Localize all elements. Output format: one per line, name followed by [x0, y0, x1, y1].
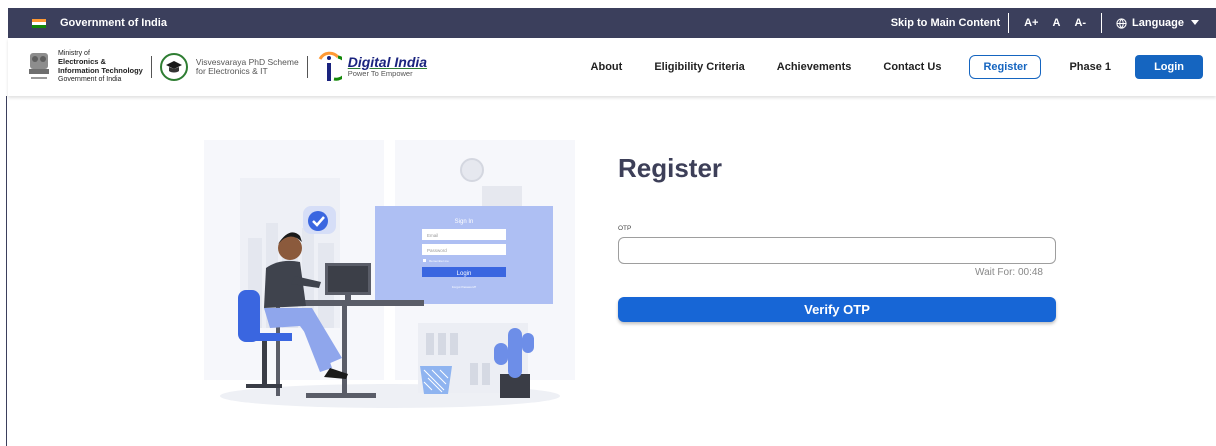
font-normal-button[interactable]: A	[1052, 17, 1060, 29]
nav-phase-1[interactable]: Phase 1	[1069, 61, 1111, 73]
language-label: Language	[1132, 17, 1184, 29]
nav-eligibility-criteria[interactable]: Eligibility Criteria	[654, 61, 744, 73]
digital-india-logo: Digital India Power To Empower	[316, 49, 427, 85]
otp-countdown: Wait For: 00:48	[975, 267, 1043, 278]
login-illustration: Sign In Email Password Remember me Login…	[204, 140, 575, 408]
page-title: Register	[618, 153, 723, 183]
nav-about[interactable]: About	[591, 61, 623, 73]
divider	[150, 56, 152, 78]
meity-logo-text: Ministry of Electronics & Information Te…	[58, 50, 143, 83]
illustration-login-button: Login	[457, 271, 472, 277]
visvesvaraya-logo: Visvesvaraya PhD Scheme for Electronics …	[159, 53, 299, 81]
verify-otp-button[interactable]: Verify OTP	[618, 297, 1056, 322]
divider	[1008, 13, 1010, 33]
font-increase-button[interactable]: A+	[1024, 17, 1038, 29]
site-header: Ministry of Electronics & Information Te…	[8, 38, 1216, 96]
divider	[1101, 13, 1103, 33]
divider	[306, 56, 308, 78]
register-button[interactable]: Register	[969, 55, 1042, 79]
globe-icon	[1116, 17, 1127, 29]
graduation-cap-icon	[159, 53, 188, 81]
otp-input[interactable]	[618, 237, 1056, 264]
main-nav: About Eligibility Criteria Achievements …	[575, 38, 1216, 96]
skip-to-main-link[interactable]: Skip to Main Content	[891, 17, 1000, 29]
font-decrease-button[interactable]: A-	[1074, 17, 1086, 29]
otp-label: OTP	[618, 225, 632, 232]
national-emblem-icon	[29, 53, 49, 79]
chevron-down-icon	[1191, 20, 1199, 25]
login-button[interactable]: Login	[1135, 55, 1203, 79]
digital-india-icon	[318, 51, 342, 81]
language-dropdown[interactable]: Language	[1116, 17, 1204, 29]
nav-contact-us[interactable]: Contact Us	[883, 61, 941, 73]
nav-achievements[interactable]: Achievements	[777, 61, 852, 73]
page-border	[6, 96, 7, 446]
digital-india-tagline: Power To Empower	[347, 69, 413, 78]
gov-title: Government of India	[60, 17, 167, 29]
digital-india-title: Digital India	[347, 54, 428, 70]
india-flag-icon	[32, 18, 46, 28]
illustration-remember-me: Remember me	[429, 259, 449, 263]
illustration-forgot-password: Forgot Password?	[452, 285, 477, 289]
illustration-signin-title: Sign In	[455, 219, 474, 225]
illustration-password-placeholder: Password	[427, 248, 447, 253]
illustration-email-placeholder: Email	[427, 233, 438, 238]
gov-bar: Government of India Skip to Main Content…	[8, 8, 1216, 38]
